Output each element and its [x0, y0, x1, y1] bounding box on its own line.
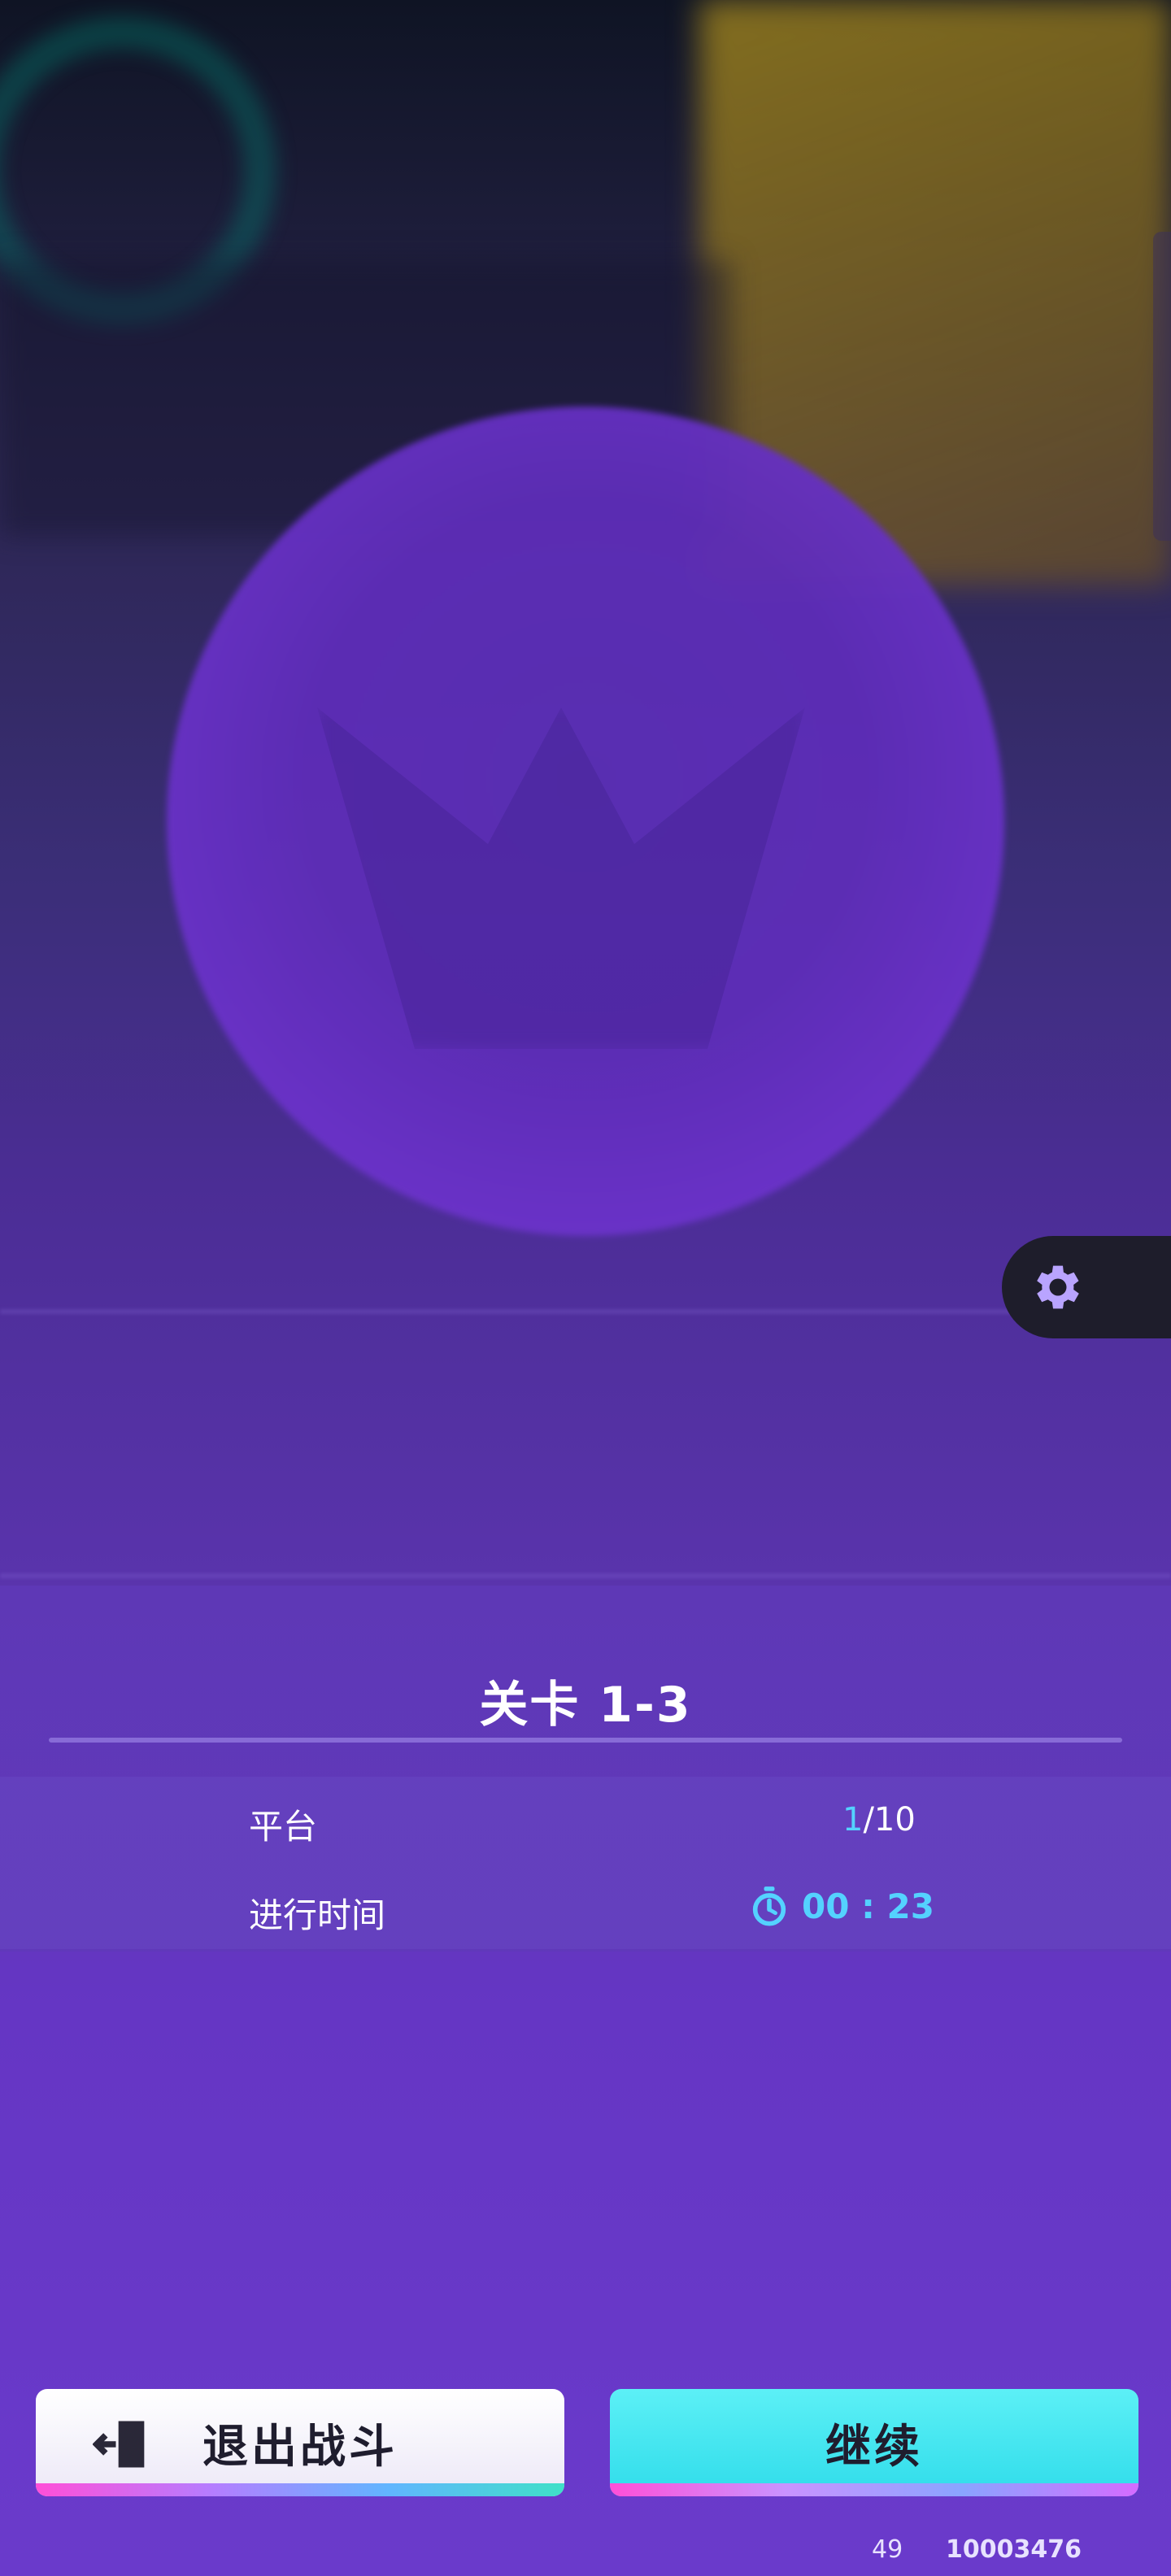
exit-battle-button[interactable]: 退出战斗 [36, 2389, 564, 2496]
footer-fps: 49 [872, 2535, 903, 2564]
exit-battle-label: 退出战斗 [202, 2420, 398, 2474]
elapsed-time-label: 进行时间 [249, 1895, 386, 1935]
footer-user-id: 10003476 [946, 2535, 1082, 2564]
title-divider [49, 1738, 1122, 1743]
stopwatch-icon [752, 1886, 786, 1926]
platform-current: 1 [842, 1801, 864, 1838]
scroll-indicator[interactable] [1153, 232, 1171, 541]
gear-icon [1037, 1265, 1079, 1309]
continue-button[interactable]: 继续 [610, 2389, 1138, 2496]
background-dark-band [0, 260, 732, 537]
background-floor-line [0, 1309, 1171, 1314]
stats-section [0, 1777, 1171, 1949]
background-floor-line [0, 1573, 1171, 1578]
background-yellow-structure [699, 0, 1171, 585]
background-orb-emblem [317, 707, 805, 1049]
platform-total: /10 [863, 1801, 916, 1838]
background-orb [167, 407, 1004, 1236]
elapsed-time-value: 00 : 23 [802, 1886, 934, 1926]
exit-door-icon [93, 2421, 145, 2468]
continue-label: 继续 [825, 2420, 923, 2474]
platform-value: 1/10 [842, 1801, 916, 1838]
platform-label: 平台 [249, 1807, 318, 1847]
level-title: 关卡 1-3 [479, 1677, 692, 1734]
elapsed-time: 00 : 23 [748, 1885, 934, 1927]
settings-button[interactable] [1002, 1236, 1171, 1338]
game-background [0, 0, 1171, 2576]
background-ring-glow [0, 16, 276, 325]
button-gradient-stripe [36, 2483, 564, 2496]
button-gradient-stripe [610, 2483, 1138, 2496]
